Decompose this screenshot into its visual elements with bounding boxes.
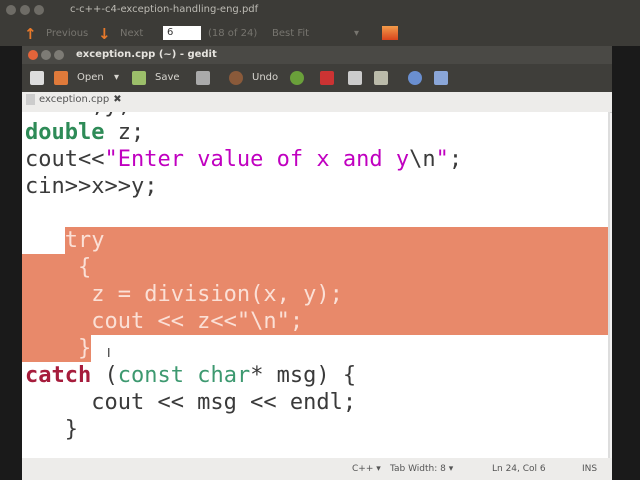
- zoom-select[interactable]: Best Fit: [272, 28, 309, 39]
- code-token: int x,y;: [25, 112, 131, 118]
- code-token: cout << msg << endl;: [25, 390, 357, 415]
- code-line: }: [22, 335, 462, 362]
- close-button[interactable]: [6, 5, 16, 15]
- search-icon[interactable]: [408, 71, 422, 85]
- print-icon[interactable]: [196, 71, 210, 85]
- code-token: * msg) {: [250, 363, 357, 388]
- minimize-button[interactable]: [20, 5, 30, 15]
- gedit-window: exception.cpp (~) - gedit Open ▾ Save Un…: [22, 46, 612, 480]
- pdf-viewer-titlebar: c-c++-c4-exception-handling-eng.pdf: [0, 0, 640, 20]
- text-cursor-icon: I: [107, 346, 111, 360]
- cut-icon[interactable]: [320, 71, 334, 85]
- selection-highlight: [64, 227, 608, 254]
- page-input[interactable]: 6: [163, 26, 201, 40]
- code-token: (: [91, 363, 118, 388]
- code-token: cout << z<<"\n";: [25, 309, 304, 334]
- code-token: double: [25, 120, 105, 145]
- code-line: cin>>x>>y;: [25, 173, 462, 200]
- save-button[interactable]: Save: [155, 72, 180, 83]
- previous-button[interactable]: Previous: [46, 28, 88, 39]
- file-icon: [26, 94, 35, 105]
- copy-icon[interactable]: [348, 71, 362, 85]
- close-button[interactable]: [28, 50, 38, 60]
- cursor-position: Ln 24, Col 6: [492, 464, 546, 474]
- tab-exception-cpp[interactable]: exception.cpp ✖: [26, 94, 122, 105]
- insert-mode: INS: [582, 464, 598, 474]
- tab-width-select[interactable]: Tab Width: 8 ▾: [390, 464, 453, 474]
- paste-icon[interactable]: [374, 71, 388, 85]
- code-token: "Enter value of x and y: [104, 147, 410, 172]
- open-icon[interactable]: [54, 71, 68, 85]
- code-line: cout<<"Enter value of x and y\n";: [25, 146, 462, 173]
- pdf-title: c-c++-c4-exception-handling-eng.pdf: [70, 4, 259, 15]
- replace-icon[interactable]: [434, 71, 448, 85]
- code-token: cin>>x>>y;: [25, 174, 158, 199]
- window-title: exception.cpp (~) - gedit: [76, 49, 217, 60]
- statusbar: C++ ▾ Tab Width: 8 ▾ Ln 24, Col 6 INS: [22, 458, 612, 480]
- code-token: z;: [104, 120, 145, 145]
- code-token: try: [64, 228, 105, 253]
- text-editor[interactable]: int x,y;double z;cout<<"Enter value of x…: [22, 112, 610, 458]
- next-button[interactable]: Next: [120, 28, 143, 39]
- code-token: const char: [117, 363, 251, 388]
- open-button[interactable]: Open: [77, 72, 104, 83]
- code-line: try: [25, 227, 608, 254]
- code-token: }: [25, 417, 78, 442]
- save-icon[interactable]: [132, 71, 146, 85]
- page-count: (18 of 24): [208, 28, 258, 39]
- code-token: ": [435, 147, 449, 172]
- code-line: cout << z<<"\n";: [22, 308, 608, 335]
- code-line: }: [25, 416, 462, 443]
- code-token: ;: [448, 147, 463, 172]
- code-token: }: [25, 336, 92, 361]
- pdf-toolbar: ↑ Previous ↓ Next 6 (18 of 24) Best Fit …: [0, 20, 640, 46]
- undo-button[interactable]: Undo: [252, 72, 278, 83]
- redo-icon[interactable]: [290, 71, 304, 85]
- minimize-button[interactable]: [41, 50, 51, 60]
- new-file-icon[interactable]: [30, 71, 44, 85]
- code-line: z = division(x, y);: [22, 281, 608, 308]
- open-dropdown[interactable]: ▾: [114, 72, 119, 83]
- chevron-down-icon[interactable]: ▾: [354, 28, 359, 39]
- close-tab-icon[interactable]: ✖: [113, 94, 121, 105]
- maximize-button[interactable]: [34, 5, 44, 15]
- language-select[interactable]: C++ ▾: [352, 464, 381, 474]
- code-token: cout<<: [25, 147, 105, 172]
- toolbar: Open ▾ Save Undo: [22, 64, 612, 92]
- tab-bar: exception.cpp ✖: [22, 92, 612, 113]
- code-token: z = division(x, y);: [25, 282, 343, 307]
- code-area[interactable]: int x,y;double z;cout<<"Enter value of x…: [22, 112, 608, 443]
- gedit-titlebar: exception.cpp (~) - gedit: [22, 46, 612, 64]
- code-line: catch (const char* msg) {: [25, 362, 462, 389]
- folder-icon[interactable]: [382, 26, 398, 40]
- tab-label: exception.cpp: [39, 94, 110, 105]
- code-token: {: [25, 255, 92, 280]
- code-line: cout << msg << endl;: [25, 389, 462, 416]
- code-line: double z;: [25, 119, 462, 146]
- code-token: \n: [409, 147, 436, 172]
- arrow-down-icon[interactable]: ↓: [98, 25, 111, 43]
- code-token: catch: [25, 363, 92, 388]
- code-line: {: [22, 254, 608, 281]
- arrow-up-icon[interactable]: ↑: [24, 25, 37, 43]
- selection-highlight: [22, 254, 608, 281]
- code-line: int x,y;: [25, 112, 462, 119]
- maximize-button[interactable]: [54, 50, 64, 60]
- undo-icon[interactable]: [229, 71, 243, 85]
